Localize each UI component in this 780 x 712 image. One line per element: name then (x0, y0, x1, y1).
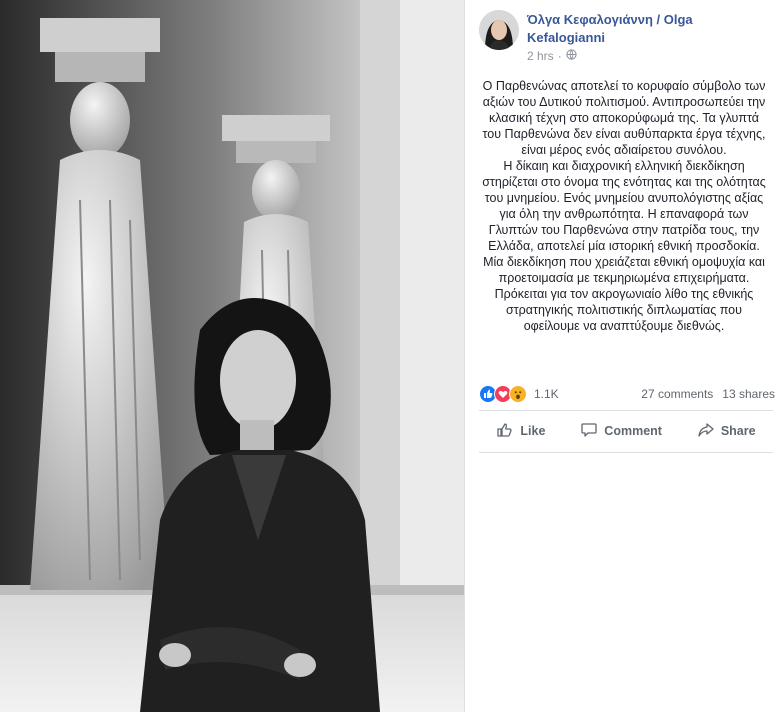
divider (479, 410, 773, 411)
avatar[interactable] (479, 10, 519, 50)
post-time[interactable]: 2 hrs (527, 49, 554, 63)
reactions-summary[interactable]: 1.1K (479, 385, 559, 403)
photo-illustration (0, 0, 464, 712)
post-meta: 2 hrs · (527, 49, 577, 63)
post-paragraph: Η δίκαιη και διαχρονική ελληνική διεκδίκ… (482, 159, 766, 253)
share-icon (697, 421, 715, 442)
comment-label: Comment (604, 424, 662, 438)
post-sidebar: Όλγα Κεφαλογιάννη / Olga Kefalogianni 2 … (464, 0, 780, 712)
post-text: Ο Παρθενώνας αποτελεί το κορυφαίο σύμβολ… (481, 78, 767, 334)
globe-icon (566, 49, 577, 63)
comment-button[interactable]: Comment (580, 421, 662, 442)
post-paragraph: Πρόκειται για τον ακρογωνιαίο λίθο της ε… (494, 287, 754, 333)
post-paragraph: Ο Παρθενώνας αποτελεί το κορυφαίο σύμβολ… (482, 79, 766, 157)
shares-count[interactable]: 13 shares (722, 387, 775, 401)
author-name[interactable]: Όλγα Κεφαλογιάννη / Olga Kefalogianni (527, 11, 767, 47)
post-actions: Like Comment Share (479, 414, 773, 448)
post-photo[interactable] (0, 0, 464, 712)
post-stats: 1.1K 27 comments 13 shares (479, 382, 775, 406)
share-label: Share (720, 424, 756, 438)
comments-count[interactable]: 27 comments (641, 387, 713, 401)
post-paragraph: Μία διεκδίκηση που χρειάζεται εθνική ομο… (483, 255, 765, 285)
wow-reaction-icon (509, 385, 527, 403)
like-button[interactable]: Like (496, 421, 545, 442)
divider (479, 452, 773, 453)
comment-icon (580, 421, 598, 442)
share-button[interactable]: Share (697, 421, 756, 442)
like-icon (496, 421, 514, 442)
post-header: Όλγα Κεφαλογιάννη / Olga Kefalogianni 2 … (479, 8, 769, 68)
reaction-count: 1.1K (534, 387, 559, 401)
like-label: Like (520, 424, 546, 438)
